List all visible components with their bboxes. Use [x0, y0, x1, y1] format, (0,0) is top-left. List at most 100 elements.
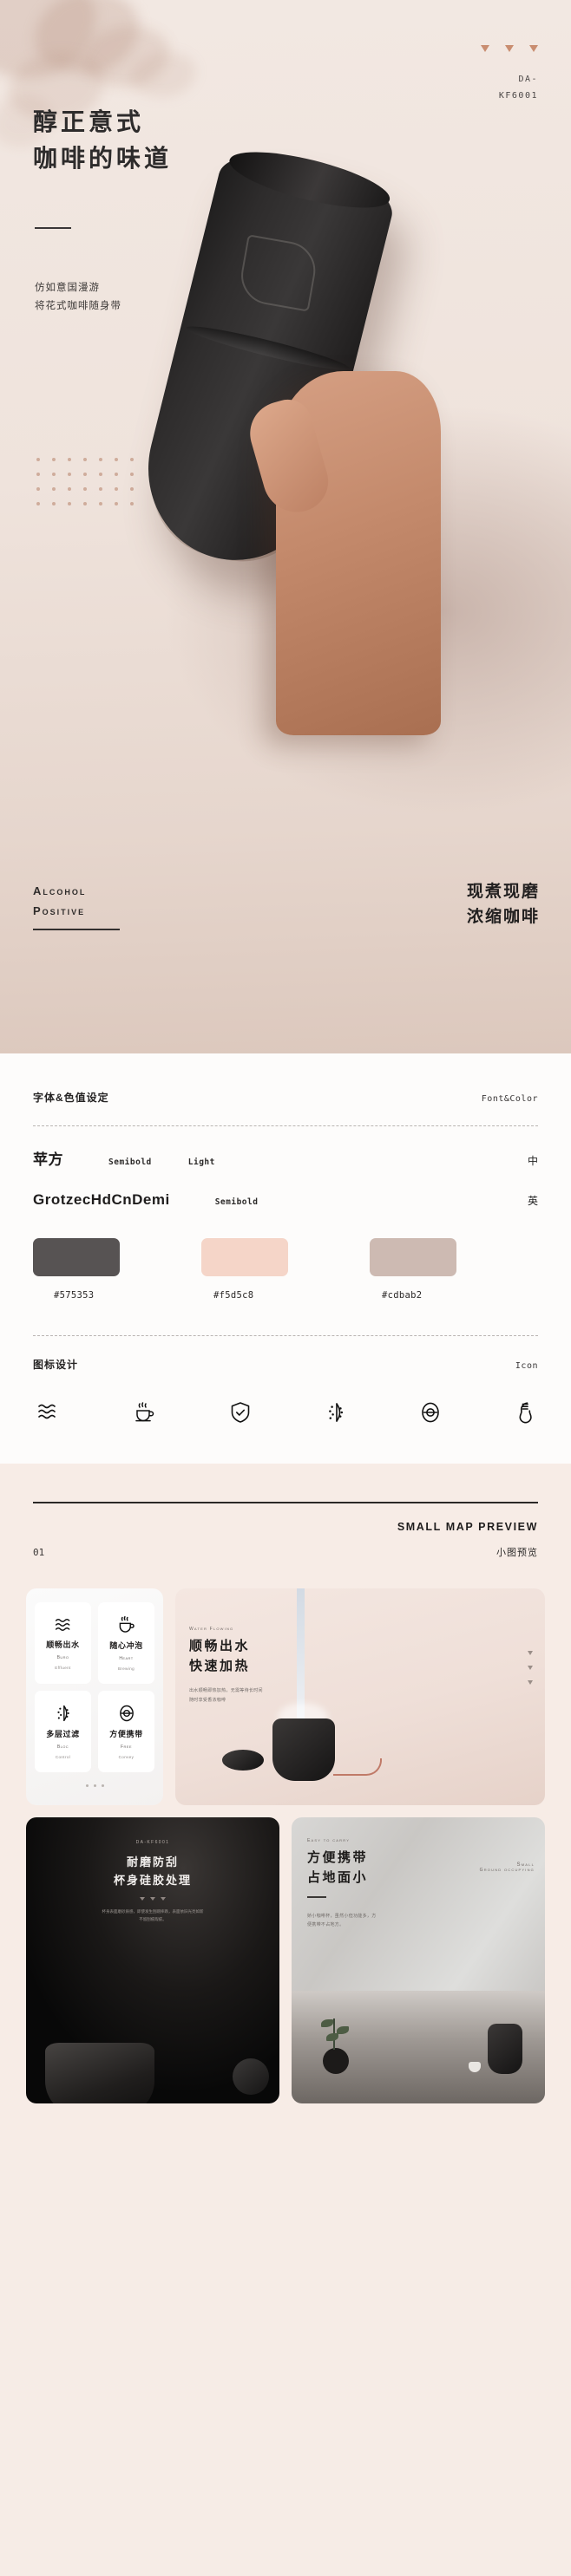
feature-icon-card: 顺畅出水 Buro Effluent 随心冲泡 Heart Brewing 多层…	[26, 1588, 163, 1805]
triangle-icon	[161, 1896, 166, 1901]
black-card-h2: 杯身硅胶处理	[113, 1873, 192, 1887]
icon-title-cn: 图标设计	[33, 1359, 79, 1371]
hero-subtitle-line1: 仿如意国漫游	[35, 283, 100, 293]
coffee-maker-body	[488, 2024, 522, 2074]
black-card-h1: 耐磨防刮	[126, 1855, 179, 1868]
divider-dashed	[33, 1125, 538, 1126]
font-name-cn: 苹方	[33, 1151, 63, 1168]
dot-grid-decoration	[36, 458, 146, 517]
preview-header: SMALL MAP PREVIEW 01 小图预览	[0, 1502, 571, 1559]
coffee-cup-icon	[134, 1401, 156, 1424]
black-card-en: DA-KF6001	[135, 1840, 170, 1845]
hero-divider	[35, 227, 71, 229]
icon-showcase-row	[0, 1401, 571, 1424]
silver-card-side2: Ground occupying	[479, 1868, 535, 1873]
water-card-en: Water Flowing	[189, 1627, 234, 1632]
feature-sub1: Free	[121, 1745, 132, 1750]
color-hex-taupe: #cdbab2	[382, 1290, 423, 1301]
carousel-dot[interactable]	[101, 1784, 104, 1787]
badge-line1: Alcohol	[33, 884, 87, 897]
color-hex-cream: #f5d5c8	[213, 1290, 254, 1301]
silver-card-h2: 占地面小	[307, 1869, 369, 1885]
color-chip-taupe	[370, 1238, 456, 1276]
hero-title-line1: 醇正意式	[33, 108, 145, 135]
silver-card-side-label: Small Ground occupying	[480, 1862, 535, 1873]
feature-item-smooth-flow[interactable]: 顺畅出水 Buro Effluent	[35, 1602, 91, 1684]
coffee-maker-lying	[45, 2043, 154, 2103]
font-color-title-en: Font&Color	[481, 1094, 538, 1104]
carousel-dot[interactable]	[93, 1784, 96, 1787]
triangle-icon	[505, 45, 514, 52]
waves-icon	[54, 1616, 73, 1634]
triangle-icon	[528, 1651, 533, 1655]
font-lang-en: 英	[527, 1195, 538, 1207]
color-chip-cream	[201, 1238, 288, 1276]
water-flow-card: Water Flowing 顺畅出水 快速加热 出水顺畅即热加热，无需等待长时间…	[175, 1588, 545, 1805]
color-hex-dark: #575353	[54, 1290, 95, 1301]
coffee-maker-body	[272, 1718, 335, 1781]
silver-card-text: Easy to carry 方便携带 占地面小 娇小咖啡杯，虽然小但功能多，方 …	[307, 1838, 377, 1930]
scratch-resistant-card: DA-KF6001 耐磨防刮 杯身硅胶处理 杯身表面磨砂质感，即使发生刮蹭摔跌，…	[26, 1817, 279, 2103]
badge-underline	[33, 928, 120, 930]
font-color-header: 字体&色值设定 Font&Color	[0, 1090, 571, 1105]
font-weight-light-cn: Light	[187, 1158, 215, 1167]
coffee-maker-top	[225, 140, 395, 219]
color-swatch: #f5d5c8	[201, 1238, 370, 1301]
vase	[323, 2048, 349, 2074]
silver-card-divider	[307, 1896, 326, 1898]
badge-line2: Positive	[33, 903, 86, 917]
black-card-text: DA-KF6001 耐磨防刮 杯身硅胶处理 杯身表面磨砂质感，即使发生刮蹭摔跌，…	[26, 1817, 279, 1924]
hero-title-line2: 咖啡的味道	[33, 145, 173, 172]
lid	[222, 1750, 264, 1771]
product-code: DA- KF6001	[499, 71, 538, 104]
font-weight-semibold-en: Semibold	[214, 1197, 259, 1207]
hero-product-photo	[128, 139, 451, 735]
triangle-icon	[528, 1666, 533, 1670]
feature-item-portable[interactable]: 方便携带 Free Convey	[98, 1691, 154, 1772]
shield-check-icon	[230, 1401, 251, 1424]
feature-title: 顺畅出水	[46, 1640, 80, 1649]
water-card-h2: 快速加热	[189, 1658, 251, 1673]
font-name-en: GrotzecHdCnDemi	[33, 1191, 170, 1208]
hero-tagline-line1: 现煮现磨	[466, 883, 540, 901]
preview-section: SMALL MAP PREVIEW 01 小图预览 顺畅出水 Buro Effl…	[0, 1464, 571, 2150]
color-swatches: #575353 #f5d5c8 #cdbab2	[0, 1238, 571, 1301]
water-stream	[297, 1588, 305, 1718]
hero-tagline-line2: 浓缩咖啡	[466, 908, 540, 927]
leaf-icon	[337, 2026, 349, 2034]
feature-item-free-brewing[interactable]: 随心冲泡 Heart Brewing	[98, 1602, 154, 1684]
color-chip-dark	[33, 1238, 120, 1276]
feature-item-multi-filter[interactable]: 多层过滤 Bloc Control	[35, 1691, 91, 1772]
feature-sub1: Bloc	[56, 1745, 69, 1750]
preview-meta: 01 小图预览	[33, 1545, 538, 1559]
bulb-icon	[515, 1401, 535, 1424]
silver-card-body2: 便携带不占地方。	[307, 1922, 345, 1927]
font-color-title-cn: 字体&色值设定	[33, 1092, 109, 1104]
carousel-dots[interactable]	[35, 1784, 154, 1787]
product-code-line2: KF6001	[498, 91, 538, 101]
carousel-dot[interactable]	[85, 1784, 89, 1787]
triangle-accent-group	[38, 1896, 267, 1901]
specs-section: 字体&色值设定 Font&Color 苹方 Semibold Light 中 G…	[0, 1053, 571, 1464]
water-card-h1: 顺畅出水	[189, 1639, 251, 1653]
triangle-accent-group	[528, 1651, 533, 1685]
da-logo	[236, 234, 320, 312]
water-card-body1: 出水顺畅即热加热，无需等待长时间	[189, 1688, 263, 1693]
hero-tagline: 现煮现磨 浓缩咖啡	[467, 879, 540, 930]
filter-dots-icon	[325, 1401, 346, 1424]
black-card-body1: 杯身表面磨砂质感，即使发生刮蹭摔跌，表面依旧光亮如新	[102, 1908, 204, 1914]
cup	[469, 2062, 481, 2072]
hero-subtitle-line2: 将花式咖啡随身带	[35, 301, 121, 312]
preview-top-row: 顺畅出水 Buro Effluent 随心冲泡 Heart Brewing 多层…	[0, 1588, 571, 1805]
alcohol-positive-badge: Alcohol Positive	[33, 882, 120, 930]
leaf-icon	[326, 2033, 338, 2041]
body-seam	[184, 320, 351, 376]
water-card-text: Water Flowing 顺畅出水 快速加热 出水顺畅即热加热，无需等待长时间…	[189, 1627, 263, 1705]
lifestyle-scene	[292, 1991, 545, 2103]
feature-grid: 顺畅出水 Buro Effluent 随心冲泡 Heart Brewing 多层…	[35, 1602, 154, 1772]
feature-sub1: Buro	[56, 1655, 69, 1660]
icon-title-en: Icon	[515, 1361, 538, 1371]
product-detail-page: DA- KF6001 醇正意式 咖啡的味道 仿如意国漫游 将花式咖啡随身带 Al…	[0, 0, 571, 2150]
hand	[242, 371, 441, 735]
font-lang-cn: 中	[527, 1155, 538, 1167]
